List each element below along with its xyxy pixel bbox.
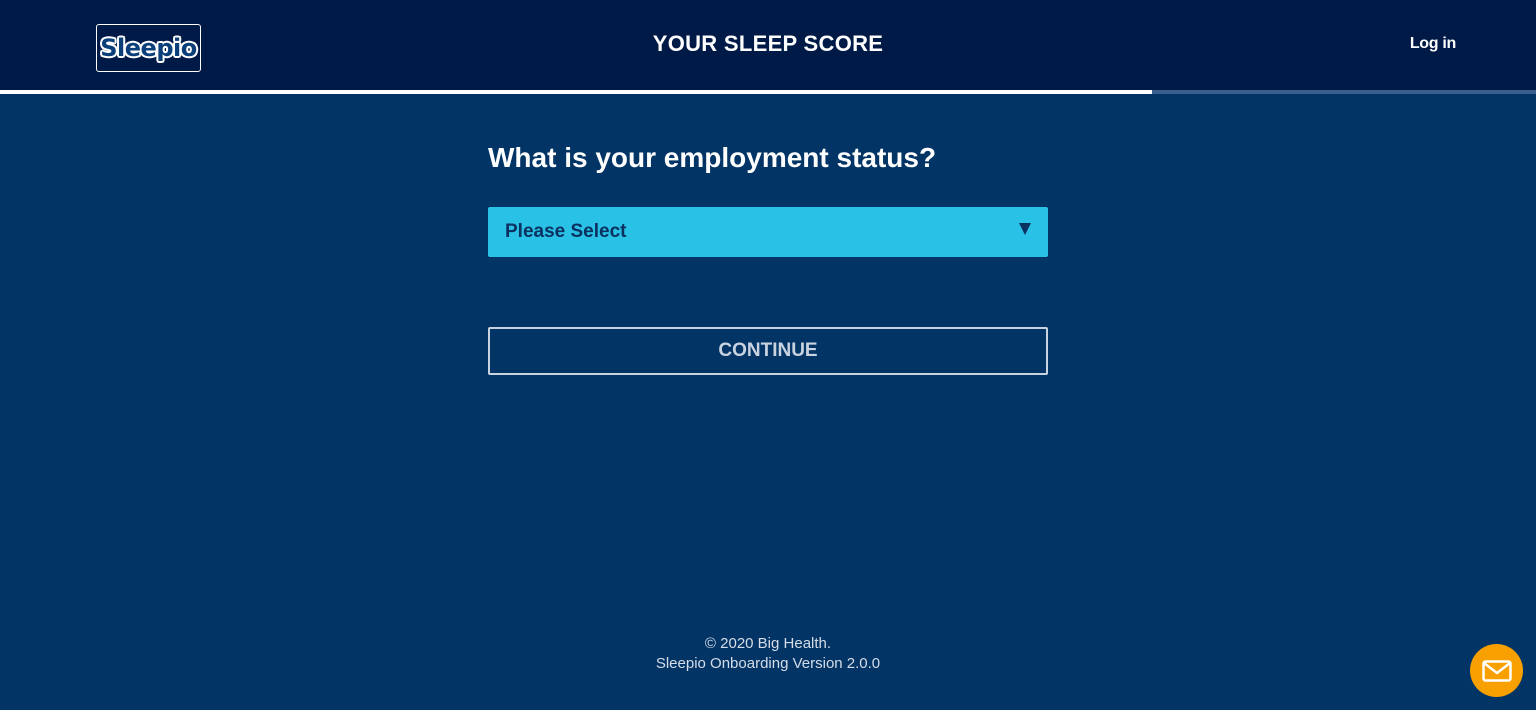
select-value: Please Select xyxy=(505,221,627,242)
version-text: Sleepio Onboarding Version 2.0.0 xyxy=(655,655,881,672)
progress-bar xyxy=(0,90,1536,94)
page: Sleepio YOUR SLEEP SCORE Log in What is … xyxy=(0,0,1536,710)
employment-status-select[interactable]: Please Select xyxy=(488,207,1048,257)
page-title: YOUR SLEEP SCORE xyxy=(652,31,884,56)
continue-button[interactable]: CONTINUE xyxy=(488,327,1048,375)
copyright-text: © 2020 Big Health. xyxy=(704,635,832,652)
chevron-down-icon xyxy=(1019,223,1031,235)
progress-fill xyxy=(0,90,1152,94)
question-heading: What is your employment status? xyxy=(488,142,937,173)
footer: © 2020 Big Health. Sleepio Onboarding Ve… xyxy=(0,634,1536,674)
chat-button[interactable] xyxy=(1470,644,1523,697)
mail-icon xyxy=(1481,659,1512,682)
login-link[interactable]: Log in xyxy=(1410,35,1456,53)
top-header: Sleepio YOUR SLEEP SCORE Log in xyxy=(0,0,1536,90)
